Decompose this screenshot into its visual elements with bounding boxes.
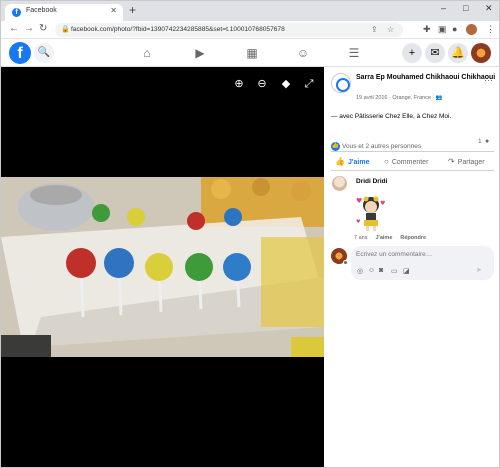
comment-count[interactable]: 1 (478, 138, 482, 145)
marketplace-icon[interactable]: ▦ (245, 46, 259, 60)
avatar-status-icon (343, 260, 348, 265)
comment-icon: ○ (384, 157, 389, 166)
reactions-summary[interactable]: 👍 Vous et 2 autres personnes (331, 138, 421, 156)
tab-title: Facebook (26, 7, 57, 14)
maximize-button[interactable]: □ (463, 3, 468, 13)
post-caption: — avec Pâtisserie Chez Elle, à Chez Moi. (331, 113, 452, 120)
browser-profile-avatar[interactable] (466, 24, 477, 35)
author-avatar[interactable] (331, 73, 351, 93)
svg-text:♥: ♥ (356, 197, 362, 205)
share-label: Partager (457, 159, 485, 166)
new-tab-button[interactable]: + (129, 3, 136, 17)
emoji-icon[interactable]: ☺ (368, 267, 375, 274)
url-text[interactable]: facebook.com/photo/?fbid=139074223428588… (71, 26, 285, 33)
like-label: J'aime (347, 159, 370, 166)
profile-avatar[interactable] (471, 43, 491, 63)
search-icon[interactable]: 🔍 (34, 43, 54, 63)
tab-facebook[interactable]: f Facebook ✕ (5, 4, 123, 21)
reactions-text[interactable]: Vous et 2 autres personnes (342, 143, 421, 150)
divider (331, 170, 494, 171)
extensions-icon[interactable]: ✚ (423, 24, 431, 35)
photo-viewer: ⊕ ⊖ ◆ ⤢ (1, 67, 324, 467)
camera-icon[interactable]: ◙ (379, 267, 383, 274)
post-meta: 19 avril 2016 · Orange, France · 👥 (356, 95, 443, 101)
gif-icon[interactable]: ▭ (391, 267, 398, 275)
comment-button[interactable]: ○ Commenter (384, 157, 428, 166)
more-options-icon[interactable]: ⋯ (484, 75, 493, 86)
author-name[interactable]: Sarra Ep Mouhamed Chikhaoui Chikhaoui (356, 73, 496, 82)
notifications-icon[interactable]: 🔔 (448, 43, 468, 63)
like-reaction-icon: 👍 (331, 142, 340, 152)
browser-menu-icon[interactable]: ⋮ (486, 24, 495, 35)
comment-composer: ◎ ☺ ◙ ▭ ◪ ➤ (351, 246, 494, 280)
zoom-out-icon[interactable]: ⊖ (255, 77, 269, 91)
post-photo[interactable] (1, 177, 324, 357)
comment-age: 7 ans (354, 235, 368, 241)
share-arrow-icon: ↷ (448, 157, 455, 166)
divider (331, 151, 494, 152)
menu-icon[interactable]: ☰ (347, 46, 361, 60)
comment-reply-link[interactable]: Répondre (400, 235, 426, 241)
tag-icon[interactable]: ◆ (279, 77, 293, 91)
back-icon[interactable]: ← (9, 23, 19, 34)
account-icon[interactable]: ● (452, 24, 457, 34)
reload-icon[interactable]: ↻ (39, 23, 47, 34)
minimize-button[interactable]: – (441, 3, 446, 13)
side-panel-icon[interactable]: ▣ (438, 24, 447, 35)
share-icon[interactable]: ⇪ (371, 25, 378, 34)
comment-actions: 7 ans J'aime Répondre (354, 235, 434, 241)
groups-icon[interactable]: ☺ (296, 46, 310, 60)
lock-icon[interactable]: 🔒 (61, 25, 70, 33)
zoom-in-icon[interactable]: ⊕ (232, 77, 246, 91)
facebook-logo-icon[interactable]: f (9, 42, 31, 64)
messenger-icon[interactable]: ✉ (425, 43, 445, 63)
browser-window: f Facebook ✕ + – □ ✕ ← → ↻ 🔒 facebook.co… (0, 0, 500, 468)
address-bar[interactable]: 🔒 facebook.com/photo/?fbid=1390742234285… (55, 23, 403, 37)
comment-sticker: ♥ ♥ ♥ (356, 196, 385, 231)
fullscreen-icon[interactable]: ⤢ (302, 77, 316, 91)
home-icon[interactable]: ⌂ (140, 46, 154, 60)
watch-icon[interactable]: ▶ (193, 46, 207, 60)
comment-like-link[interactable]: J'aime (375, 235, 392, 241)
tab-close-icon[interactable]: ✕ (110, 6, 117, 15)
sticker-icon[interactable]: ◪ (403, 267, 410, 275)
facebook-favicon-icon: f (12, 8, 21, 17)
share-button[interactable]: ↷ Partager (448, 157, 485, 166)
send-icon[interactable]: ➤ (476, 266, 482, 274)
avatar-sticker-icon[interactable]: ◎ (357, 267, 363, 275)
svg-text:♥: ♥ (380, 200, 385, 207)
post-details-panel: Sarra Ep Mouhamed Chikhaoui Chikhaoui 19… (324, 67, 499, 467)
comment-input[interactable] (356, 251, 486, 258)
svg-text:♥: ♥ (356, 219, 361, 225)
thumbs-up-icon: 👍 (335, 157, 345, 166)
bookmark-star-icon[interactable]: ☆ (387, 25, 394, 34)
close-window-button[interactable]: ✕ (485, 3, 493, 14)
forward-icon[interactable]: → (24, 23, 34, 34)
tab-strip: f Facebook ✕ + – □ ✕ (1, 1, 499, 21)
browser-toolbar: ← → ↻ 🔒 facebook.com/photo/?fbid=1390742… (1, 21, 499, 39)
create-icon[interactable]: + (402, 43, 422, 63)
commenter-avatar[interactable] (332, 176, 347, 191)
facebook-header: f 🔍 ⌂ ▶ ▦ ☺ ☰ + ✉ 🔔 (1, 39, 499, 67)
commenter-name[interactable]: Dridi Dridi (356, 178, 387, 185)
comment-label: Commenter (391, 159, 429, 166)
like-button[interactable]: 👍 J'aime (335, 157, 369, 166)
photo-image (1, 177, 324, 357)
comment-count-icon: ● (485, 138, 490, 145)
